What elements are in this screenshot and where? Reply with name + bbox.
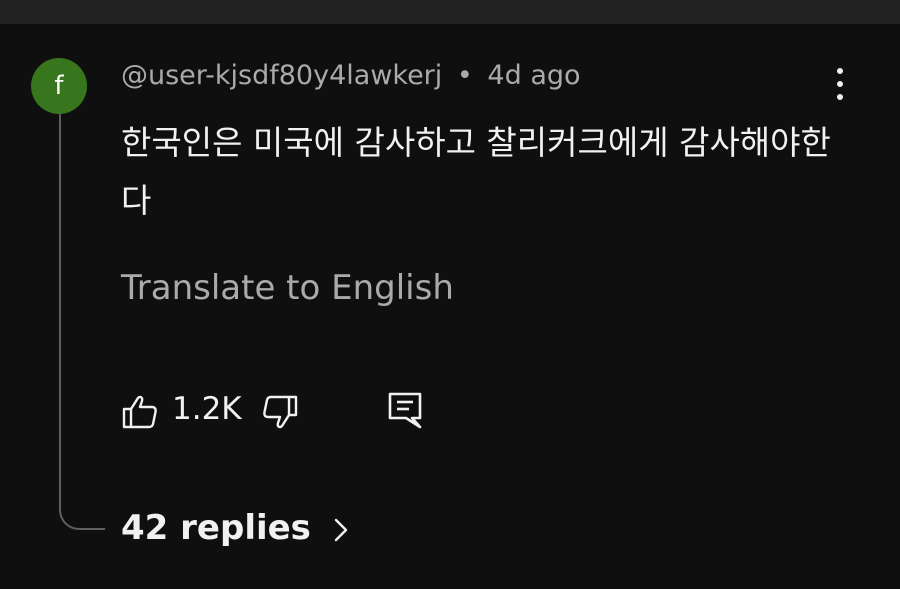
avatar[interactable]: f <box>31 58 87 114</box>
reply-icon <box>388 392 422 429</box>
more-options-button[interactable] <box>826 64 854 104</box>
top-bar <box>0 0 900 24</box>
chevron-right-icon <box>334 518 347 541</box>
translate-button[interactable]: Translate to English <box>121 268 454 308</box>
dislike-button[interactable] <box>260 392 300 432</box>
comment-text: 한국인은 미국에 감사하고 찰리커크에게 감사해야한다 <box>121 123 831 220</box>
reply-button[interactable] <box>386 390 426 430</box>
comment-time: 4d ago <box>487 60 581 91</box>
like-button[interactable] <box>120 392 160 432</box>
thumb-up-icon <box>122 395 157 429</box>
replies-label: 42 replies <box>121 508 311 548</box>
thumb-down-icon <box>263 395 298 429</box>
comment-meta: @user-kjsdf80y4lawkerj • 4d ago <box>121 60 581 91</box>
thread-line <box>59 114 105 530</box>
view-replies-button[interactable]: 42 replies <box>121 508 349 548</box>
meta-separator: • <box>456 60 473 91</box>
comment-screen: f @user-kjsdf80y4lawkerj • 4d ago 한국인은 미… <box>0 0 900 589</box>
like-count: 1.2K <box>172 391 242 427</box>
comment-author[interactable]: @user-kjsdf80y4lawkerj <box>121 60 442 91</box>
